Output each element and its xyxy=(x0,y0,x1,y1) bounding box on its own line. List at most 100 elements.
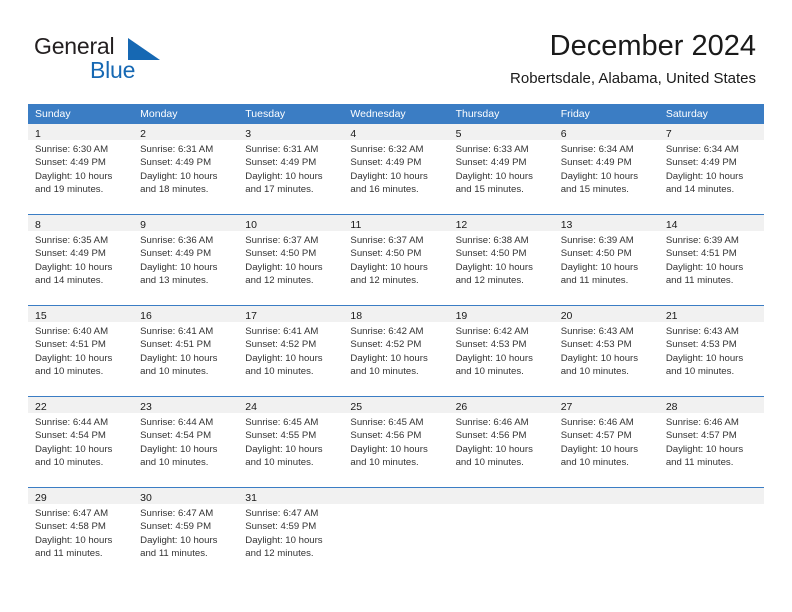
sunset-text: Sunset: 4:49 PM xyxy=(560,157,632,169)
calendar-week-row: 29 Sunrise: 6:47 AM Sunset: 4:58 PM Dayligh… xyxy=(28,487,764,578)
daylight-text-line1: Daylight: 10 hours xyxy=(665,443,744,455)
calendar-day-cell[interactable]: 8 Sunrise: 6:35 AM Sunset: 4:49 PM Daylight… xyxy=(28,215,134,305)
sunset-text: Sunset: 4:56 PM xyxy=(455,430,527,442)
day-number: 31 xyxy=(245,492,257,504)
calendar-day-cell[interactable]: 1 Sunrise: 6:30 AM Sunset: 4:49 PM Daylight… xyxy=(28,124,134,214)
day-details: Sunrise: 6:38 AM Sunset: 4:50 PM Daylight:… xyxy=(449,231,554,294)
sunset-text: Sunset: 4:50 PM xyxy=(560,248,632,260)
calendar-day-cell[interactable]: 7 Sunrise: 6:34 AM Sunset: 4:49 PM Daylight… xyxy=(658,124,764,214)
day-details: Sunrise: 6:43 AM Sunset: 4:53 PM Daylight:… xyxy=(554,322,659,385)
daylight-text-line2: and 18 minutes. xyxy=(140,184,209,196)
daylight-text-line1: Daylight: 10 hours xyxy=(140,170,218,182)
day-details: Sunrise: 6:47 AM Sunset: 4:59 PM Daylight:… xyxy=(238,504,343,567)
calendar-day-cell[interactable]: 14 Sunrise: 6:39 AM Sunset: 4:51 PM Dayligh… xyxy=(658,215,764,305)
calendar-day-cell[interactable]: 9 Sunrise: 6:36 AM Sunset: 4:49 PM Daylight… xyxy=(133,215,239,305)
calendar-day-cell[interactable]: 30 Sunrise: 6:47 AM Sunset: 4:59 PM Dayligh… xyxy=(133,488,239,578)
calendar-day-cell[interactable]: 27 Sunrise: 6:46 AM Sunset: 4:57 PM Dayligh… xyxy=(553,397,659,487)
day-number: 1 xyxy=(35,128,41,140)
sunset-text: Sunset: 4:59 PM xyxy=(140,521,212,533)
calendar-day-cell[interactable]: 2 Sunrise: 6:31 AM Sunset: 4:49 PM Daylight… xyxy=(133,124,239,214)
page-header: General Blue December 2024 Robertsdale, … xyxy=(0,0,792,100)
sunset-text: Sunset: 4:49 PM xyxy=(350,157,422,169)
calendar-day-cell[interactable]: 21 Sunrise: 6:43 AM Sunset: 4:53 PM Dayligh… xyxy=(658,306,764,396)
calendar-day-cell[interactable]: 3 Sunrise: 6:31 AM Sunset: 4:49 PM Daylight… xyxy=(238,124,344,214)
calendar-day-cell[interactable]: 26 Sunrise: 6:46 AM Sunset: 4:56 PM Dayligh… xyxy=(448,397,554,487)
calendar-day-cell[interactable]: 20 Sunrise: 6:43 AM Sunset: 4:53 PM Dayligh… xyxy=(553,306,659,396)
day-number: 24 xyxy=(245,401,257,413)
day-number-band: 21 xyxy=(658,306,764,322)
calendar-day-cell[interactable]: 10 Sunrise: 6:37 AM Sunset: 4:50 PM Dayligh… xyxy=(238,215,344,305)
day-number: 14 xyxy=(665,219,678,231)
calendar-day-cell[interactable]: 23 Sunrise: 6:44 AM Sunset: 4:54 PM Dayligh… xyxy=(133,397,239,487)
brand-logo[interactable]: General Blue xyxy=(34,33,264,89)
day-details: Sunrise: 6:34 AM Sunset: 4:49 PM Daylight:… xyxy=(659,140,764,203)
day-number-band: 5 xyxy=(448,124,554,140)
day-number-band: 30 xyxy=(133,488,239,504)
calendar-day-cell[interactable]: 12 Sunrise: 6:38 AM Sunset: 4:50 PM Dayligh… xyxy=(448,215,554,305)
day-number-band: 16 xyxy=(133,306,239,322)
calendar-day-cell[interactable]: 5 Sunrise: 6:33 AM Sunset: 4:49 PM Daylight… xyxy=(448,124,554,214)
calendar-day-cell[interactable]: 29 Sunrise: 6:47 AM Sunset: 4:58 PM Dayligh… xyxy=(28,488,134,578)
calendar-day-cell[interactable]: 17 Sunrise: 6:41 AM Sunset: 4:52 PM Dayligh… xyxy=(238,306,344,396)
daylight-text-line2: and 15 minutes. xyxy=(455,184,524,196)
sunrise-text: Sunrise: 6:34 AM xyxy=(665,144,739,155)
day-number-band: 29 xyxy=(28,488,134,504)
daylight-text-line1: Daylight: 10 hours xyxy=(245,352,323,364)
day-number-band xyxy=(448,488,554,504)
calendar-week-row: 8 Sunrise: 6:35 AM Sunset: 4:49 PM Daylight… xyxy=(28,214,764,305)
day-number: 4 xyxy=(350,128,357,140)
calendar-day-cell[interactable]: 11 Sunrise: 6:37 AM Sunset: 4:50 PM Dayligh… xyxy=(343,215,449,305)
day-details: Sunrise: 6:33 AM Sunset: 4:49 PM Daylight:… xyxy=(449,140,554,203)
calendar-day-cell[interactable]: 15 Sunrise: 6:40 AM Sunset: 4:51 PM Dayligh… xyxy=(28,306,134,396)
daylight-text-line2: and 17 minutes. xyxy=(245,184,314,196)
sunrise-text: Sunrise: 6:42 AM xyxy=(455,326,529,337)
day-number: 22 xyxy=(35,401,47,413)
sunset-text: Sunset: 4:55 PM xyxy=(245,430,317,442)
daylight-text-line1: Daylight: 10 hours xyxy=(665,170,744,182)
sunrise-text: Sunrise: 6:41 AM xyxy=(245,326,319,337)
calendar-day-cell-empty xyxy=(343,488,449,578)
calendar-day-cell[interactable]: 22 Sunrise: 6:44 AM Sunset: 4:54 PM Dayligh… xyxy=(28,397,134,487)
sunset-text: Sunset: 4:53 PM xyxy=(665,339,737,351)
day-number: 25 xyxy=(350,401,363,413)
day-number-band: 13 xyxy=(553,215,659,231)
daylight-text-line2: and 12 minutes. xyxy=(350,275,419,287)
day-number: 20 xyxy=(560,310,573,322)
day-details: Sunrise: 6:37 AM Sunset: 4:50 PM Daylight:… xyxy=(343,231,448,294)
daylight-text-line2: and 14 minutes. xyxy=(35,275,104,287)
daylight-text-line2: and 10 minutes. xyxy=(665,366,735,378)
day-number: 9 xyxy=(140,219,146,231)
calendar-day-cell[interactable]: 6 Sunrise: 6:34 AM Sunset: 4:49 PM Daylight… xyxy=(553,124,659,214)
daylight-text-line2: and 10 minutes. xyxy=(35,366,104,378)
sunset-text: Sunset: 4:58 PM xyxy=(35,521,106,533)
calendar-day-cell[interactable]: 16 Sunrise: 6:41 AM Sunset: 4:51 PM Dayligh… xyxy=(133,306,239,396)
daylight-text-line1: Daylight: 10 hours xyxy=(455,261,533,273)
calendar-grid: Sunday Monday Tuesday Wednesday Thursday Frid… xyxy=(28,104,764,578)
sunset-text: Sunset: 4:49 PM xyxy=(140,248,212,260)
day-details: Sunrise: 6:31 AM Sunset: 4:49 PM Daylight:… xyxy=(238,140,343,203)
daylight-text-line2: and 13 minutes. xyxy=(140,275,209,287)
day-number-band: 23 xyxy=(133,397,239,413)
daylight-text-line1: Daylight: 10 hours xyxy=(245,170,323,182)
calendar-day-cell[interactable]: 18 Sunrise: 6:42 AM Sunset: 4:52 PM Dayligh… xyxy=(343,306,449,396)
calendar-day-cell[interactable]: 13 Sunrise: 6:39 AM Sunset: 4:50 PM Dayligh… xyxy=(553,215,659,305)
day-number-band: 12 xyxy=(448,215,554,231)
sunset-text: Sunset: 4:49 PM xyxy=(665,157,737,169)
daylight-text-line1: Daylight: 10 hours xyxy=(140,352,218,364)
day-details: Sunrise: 6:42 AM Sunset: 4:53 PM Daylight:… xyxy=(449,322,554,385)
sunset-text: Sunset: 4:53 PM xyxy=(455,339,527,351)
daylight-text-line2: and 12 minutes. xyxy=(455,275,524,287)
calendar-day-cell[interactable]: 31 Sunrise: 6:47 AM Sunset: 4:59 PM Dayligh… xyxy=(238,488,344,578)
calendar-day-cell[interactable]: 28 Sunrise: 6:46 AM Sunset: 4:57 PM Dayligh… xyxy=(658,397,764,487)
daylight-text-line2: and 10 minutes. xyxy=(560,457,629,469)
daylight-text-line2: and 10 minutes. xyxy=(245,366,314,378)
calendar-day-cell[interactable]: 25 Sunrise: 6:45 AM Sunset: 4:56 PM Dayligh… xyxy=(343,397,449,487)
day-details: Sunrise: 6:36 AM Sunset: 4:49 PM Daylight:… xyxy=(133,231,238,294)
calendar-day-cell[interactable]: 24 Sunrise: 6:45 AM Sunset: 4:55 PM Dayligh… xyxy=(238,397,344,487)
weekday-header-tuesday: Tuesday xyxy=(245,108,286,120)
calendar-day-cell[interactable]: 19 Sunrise: 6:42 AM Sunset: 4:53 PM Dayligh… xyxy=(448,306,554,396)
calendar-day-cell[interactable]: 4 Sunrise: 6:32 AM Sunset: 4:49 PM Daylight… xyxy=(343,124,449,214)
day-details: Sunrise: 6:31 AM Sunset: 4:49 PM Daylight:… xyxy=(133,140,238,203)
sunset-text: Sunset: 4:49 PM xyxy=(245,157,317,169)
daylight-text-line1: Daylight: 10 hours xyxy=(665,261,744,273)
